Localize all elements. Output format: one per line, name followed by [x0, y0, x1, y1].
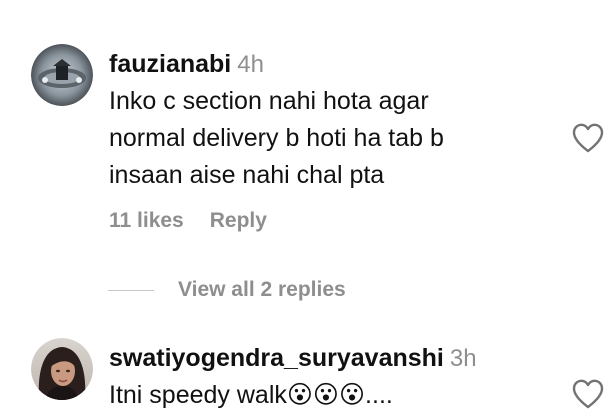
timestamp: 4h — [237, 51, 264, 78]
heart-outline-icon[interactable] — [571, 122, 605, 154]
avatar[interactable] — [31, 44, 93, 106]
comment-text-line: normal delivery b hoti ha tab b — [109, 124, 444, 152]
comment-text-line: insaan aise nahi chal pta — [109, 161, 385, 189]
view-replies[interactable]: View all 2 replies — [108, 276, 346, 304]
comment-swatiyogendra: swatiyogendra_suryavanshi 3h Itni speedy … — [0, 320, 605, 417]
heart-outline-icon[interactable] — [571, 378, 605, 410]
comment-text-line: Itni speedy walk😮😮😮.... — [109, 381, 393, 409]
username[interactable]: fauzianabi — [109, 50, 231, 78]
comment-header: swatiyogendra_suryavanshi 3h — [109, 344, 477, 373]
comment-fauzianabi: fauzianabi 4h Inko c section nahi hota ag… — [0, 0, 605, 270]
comment-text: Itni speedy walk😮😮😮.... — [109, 377, 393, 414]
replies-divider — [108, 289, 154, 291]
likes-count[interactable]: 11 likes — [109, 209, 184, 232]
avatar[interactable] — [31, 338, 93, 400]
reply-button[interactable]: Reply — [210, 209, 267, 232]
username[interactable]: swatiyogendra_suryavanshi — [109, 344, 444, 372]
comment-header: fauzianabi 4h — [109, 50, 264, 79]
comment-text: Inko c section nahi hota agar normal del… — [109, 83, 444, 194]
timestamp: 3h — [449, 345, 477, 372]
comment-text-line: Inko c section nahi hota agar — [109, 87, 429, 115]
view-replies-button[interactable]: View all 2 replies — [178, 278, 346, 302]
comment-meta: 11 likes Reply — [109, 209, 267, 233]
